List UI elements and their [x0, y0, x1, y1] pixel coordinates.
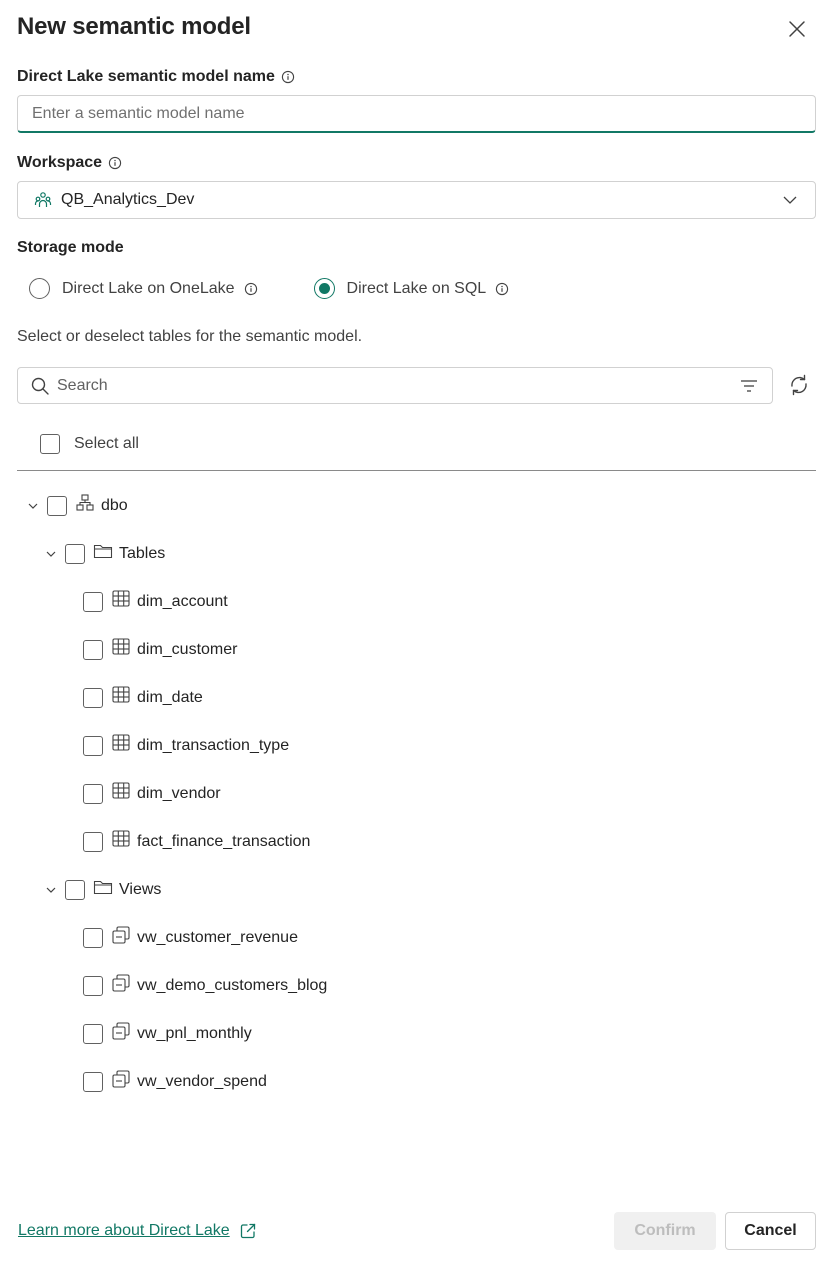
tree-checkbox[interactable]: [83, 1072, 103, 1092]
tree-checkbox[interactable]: [65, 544, 85, 564]
storage-mode-label: Storage mode: [17, 239, 124, 257]
tree-label: dim_customer: [137, 641, 238, 658]
info-icon[interactable]: [281, 70, 295, 84]
table-icon: [111, 637, 131, 657]
tree-item-view[interactable]: vw_demo_customers_blog: [83, 974, 327, 998]
tree-item-table[interactable]: dim_date: [83, 686, 203, 710]
workspace-icon: [34, 191, 52, 209]
tree-folder-views[interactable]: Views: [43, 878, 161, 902]
radio-circle-selected[interactable]: [313, 278, 335, 299]
tree-label: dim_date: [137, 689, 203, 706]
workspace-label-text: Workspace: [17, 154, 103, 171]
name-field-label: Direct Lake semantic model name: [17, 68, 295, 86]
learn-more-text[interactable]: Learn more about Direct Lake: [18, 1222, 230, 1240]
radio-label: Direct Lake on OneLake: [62, 279, 235, 297]
divider: [17, 470, 816, 471]
view-icon: [111, 973, 131, 993]
info-icon[interactable]: [495, 282, 509, 296]
search-box[interactable]: [17, 367, 773, 404]
tree-item-view[interactable]: vw_pnl_monthly: [83, 1022, 252, 1046]
info-icon[interactable]: [108, 156, 122, 170]
tree-item-table[interactable]: dim_vendor: [83, 782, 221, 806]
tree-item-view[interactable]: vw_vendor_spend: [83, 1070, 267, 1094]
close-icon: [789, 21, 805, 37]
tree-item-table[interactable]: fact_finance_transaction: [83, 830, 310, 854]
tree-checkbox[interactable]: [83, 640, 103, 660]
refresh-button[interactable]: [787, 373, 811, 397]
radio-circle[interactable]: [29, 278, 50, 299]
close-button[interactable]: [784, 16, 810, 42]
folder-icon: [93, 541, 113, 561]
workspace-dropdown[interactable]: QB_Analytics_Dev: [17, 181, 816, 219]
tree-label: Views: [119, 881, 162, 898]
tree-checkbox[interactable]: [83, 832, 103, 852]
tree-label: vw_demo_customers_blog: [137, 977, 328, 994]
tree-item-table[interactable]: dim_transaction_type: [83, 734, 289, 758]
tree-checkbox[interactable]: [83, 688, 103, 708]
radio-dot: [318, 283, 330, 294]
tree-label: dbo: [101, 497, 128, 514]
tables-helper-text: Select or deselect tables for the semant…: [17, 328, 363, 345]
confirm-button[interactable]: Confirm: [614, 1212, 716, 1250]
tree-checkbox[interactable]: [83, 784, 103, 804]
search-icon: [30, 376, 50, 396]
tree-label: Tables: [119, 545, 166, 562]
storage-mode-radio-group: Direct Lake on OneLake Direct Lake on SQ…: [29, 278, 509, 299]
name-field-label-text: Direct Lake semantic model name: [17, 68, 275, 85]
tree-checkbox[interactable]: [83, 592, 103, 612]
table-icon: [111, 733, 131, 753]
external-link-icon: [239, 1222, 257, 1240]
view-icon: [111, 1069, 131, 1089]
tree-checkbox[interactable]: [83, 1024, 103, 1044]
tree-label: vw_vendor_spend: [137, 1073, 267, 1090]
select-all-label: Select all: [74, 435, 139, 452]
tree-item-view[interactable]: vw_customer_revenue: [83, 926, 298, 950]
tree-schema-dbo[interactable]: dbo: [25, 494, 128, 518]
table-icon: [111, 589, 131, 609]
view-icon: [111, 1021, 131, 1041]
tree-label: dim_vendor: [137, 785, 221, 802]
learn-more-link[interactable]: Learn more about Direct Lake: [18, 1222, 257, 1240]
tree-checkbox[interactable]: [83, 736, 103, 756]
filter-icon[interactable]: [738, 375, 760, 397]
radio-label: Direct Lake on SQL: [346, 279, 487, 297]
table-icon: [111, 781, 131, 801]
table-icon: [111, 829, 131, 849]
view-icon: [111, 925, 131, 945]
workspace-value: QB_Analytics_Dev: [61, 191, 195, 208]
search-input[interactable]: [57, 376, 738, 395]
select-all-checkbox[interactable]: [40, 434, 60, 454]
tree-checkbox[interactable]: [47, 496, 67, 516]
storage-mode-label-text: Storage mode: [17, 239, 124, 256]
chevron-down-icon[interactable]: [43, 882, 59, 898]
chevron-down-icon[interactable]: [43, 546, 59, 562]
cancel-button[interactable]: Cancel: [725, 1212, 816, 1250]
radio-direct-lake-sql[interactable]: Direct Lake on SQL: [313, 278, 510, 299]
tree-label: vw_customer_revenue: [137, 929, 298, 946]
select-all-row[interactable]: Select all: [40, 434, 139, 454]
tree-item-table[interactable]: dim_account: [83, 590, 228, 614]
tree-checkbox[interactable]: [65, 880, 85, 900]
chevron-down-icon[interactable]: [25, 498, 41, 514]
tree-item-table[interactable]: dim_customer: [83, 638, 237, 662]
tree-label: dim_transaction_type: [137, 737, 290, 754]
refresh-icon: [791, 374, 807, 396]
folder-icon: [93, 877, 113, 897]
tree-label: vw_pnl_monthly: [137, 1025, 252, 1042]
semantic-model-name-input[interactable]: [17, 95, 816, 133]
workspace-label: Workspace: [17, 154, 122, 172]
tree-label: fact_finance_transaction: [137, 833, 311, 850]
schema-icon: [75, 493, 95, 513]
radio-direct-lake-onelake[interactable]: Direct Lake on OneLake: [29, 278, 258, 299]
tree-label: dim_account: [137, 593, 228, 610]
chevron-down-icon: [781, 191, 799, 209]
info-icon[interactable]: [244, 282, 258, 296]
table-icon: [111, 685, 131, 705]
tree-folder-tables[interactable]: Tables: [43, 542, 165, 566]
tree-checkbox[interactable]: [83, 928, 103, 948]
tree-checkbox[interactable]: [83, 976, 103, 996]
dialog-title: New semantic model: [17, 13, 251, 40]
